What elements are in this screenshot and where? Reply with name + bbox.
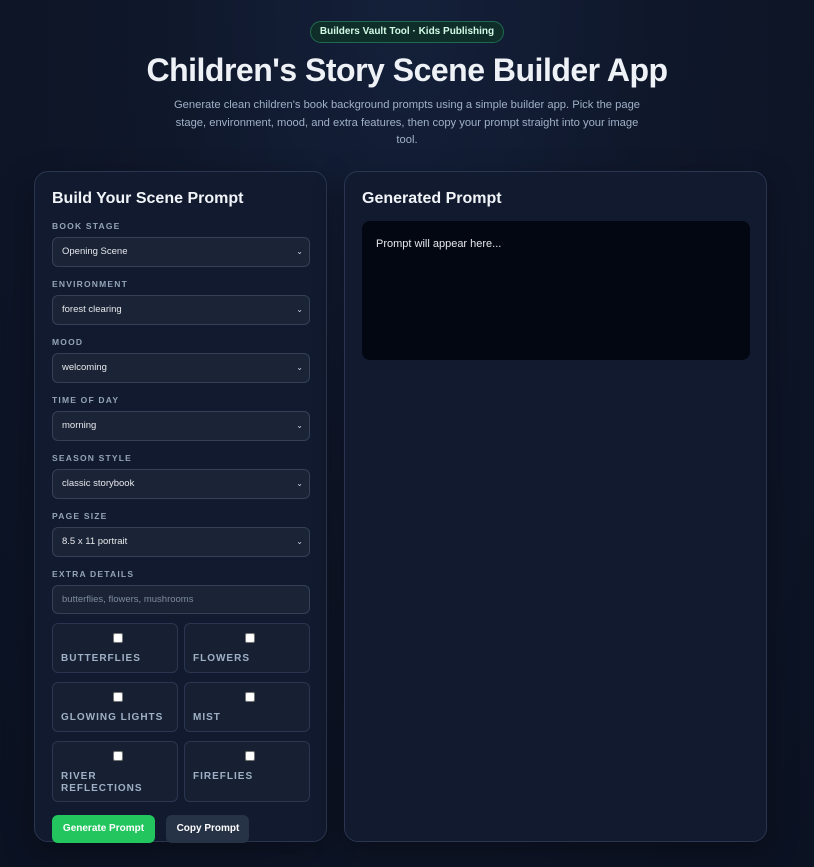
- book-stage-value: Opening Scene: [62, 246, 128, 257]
- extra-details-label: EXTRA DETAILS: [52, 569, 135, 579]
- generated-prompt-text: Prompt will appear here...: [376, 238, 502, 250]
- fireflies-checkbox[interactable]: [245, 751, 255, 761]
- chevron-down-icon: ⌄: [296, 537, 303, 546]
- checkbox-card-flowers[interactable]: FLOWERS: [184, 623, 310, 673]
- output-title: Generated Prompt: [362, 190, 502, 207]
- generated-prompt-box[interactable]: Prompt will appear here...: [362, 221, 750, 360]
- fireflies-label: FIREFLIES: [193, 771, 254, 782]
- time-of-day-select[interactable]: morning ⌄: [52, 411, 310, 441]
- environment-value: forest clearing: [62, 304, 122, 315]
- checkbox-card-fireflies[interactable]: FIREFLIES: [184, 741, 310, 802]
- book-stage-label: BOOK STAGE: [52, 221, 121, 231]
- chevron-down-icon: ⌄: [296, 247, 303, 256]
- page-header: Builders Vault Tool · Kids Publishing Ch…: [0, 0, 814, 150]
- page-subtitle: Generate clean children's book backgroun…: [173, 99, 641, 146]
- season-style-label: SEASON STYLE: [52, 453, 133, 463]
- environment-select[interactable]: forest clearing ⌄: [52, 295, 310, 325]
- checkbox-card-river-reflections[interactable]: RIVER REFLECTIONS: [52, 741, 178, 802]
- glowing-lights-label: GLOWING LIGHTS: [61, 712, 164, 723]
- river-reflections-label: RIVER REFLECTIONS: [61, 771, 143, 794]
- flowers-checkbox[interactable]: [245, 633, 255, 643]
- chevron-down-icon: ⌄: [296, 479, 303, 488]
- time-of-day-value: morning: [62, 420, 97, 431]
- extra-details-input[interactable]: [52, 585, 310, 614]
- copy-prompt-button[interactable]: Copy Prompt: [166, 815, 250, 843]
- checkbox-card-butterflies[interactable]: BUTTERFLIES: [52, 623, 178, 673]
- season-style-value: classic storybook: [62, 478, 135, 489]
- season-style-select[interactable]: classic storybook ⌄: [52, 469, 310, 499]
- mood-select[interactable]: welcoming ⌄: [52, 353, 310, 383]
- action-buttons: Generate Prompt Copy Prompt: [52, 815, 309, 843]
- mood-label: MOOD: [52, 337, 84, 347]
- page-size-label: PAGE SIZE: [52, 511, 108, 521]
- flowers-label: FLOWERS: [193, 653, 250, 664]
- environment-label: ENVIRONMENT: [52, 279, 129, 289]
- mist-checkbox[interactable]: [245, 692, 255, 702]
- chevron-down-icon: ⌄: [296, 363, 303, 372]
- river-reflections-checkbox[interactable]: [113, 751, 123, 761]
- page-size-select[interactable]: 8.5 x 11 portrait ⌄: [52, 527, 310, 557]
- page-title: Children's Story Scene Builder App: [146, 52, 668, 88]
- glowing-lights-checkbox[interactable]: [113, 692, 123, 702]
- mood-value: welcoming: [62, 362, 107, 373]
- checkbox-card-mist[interactable]: MIST: [184, 682, 310, 732]
- builder-panel: Build Your Scene Prompt BOOK STAGE Openi…: [34, 171, 327, 843]
- generate-prompt-button[interactable]: Generate Prompt: [52, 815, 155, 843]
- checkbox-card-glowing-lights[interactable]: GLOWING LIGHTS: [52, 682, 178, 732]
- chevron-down-icon: ⌄: [296, 421, 303, 430]
- butterflies-label: BUTTERFLIES: [61, 653, 141, 664]
- book-stage-select[interactable]: Opening Scene ⌄: [52, 237, 310, 267]
- chevron-down-icon: ⌄: [296, 305, 303, 314]
- feature-checkboxes: BUTTERFLIES FLOWERS GLOWING LIGHTS MIST …: [52, 623, 310, 802]
- page: Builders Vault Tool · Kids Publishing Ch…: [0, 0, 814, 867]
- mist-label: MIST: [193, 712, 221, 723]
- tool-badge: Builders Vault Tool · Kids Publishing: [309, 21, 505, 43]
- time-of-day-label: TIME OF DAY: [52, 395, 120, 405]
- page-size-value: 8.5 x 11 portrait: [62, 536, 128, 547]
- builder-title: Build Your Scene Prompt: [52, 190, 244, 207]
- butterflies-checkbox[interactable]: [113, 633, 123, 643]
- output-panel: Generated Prompt Prompt will appear here…: [344, 171, 767, 842]
